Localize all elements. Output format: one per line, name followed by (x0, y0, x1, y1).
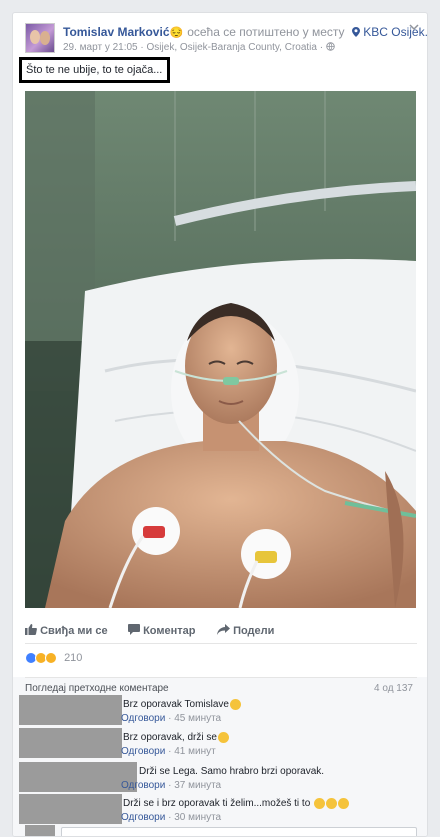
comment-text: Drži se Lega. Samo hrabro brzi oporavak. (139, 766, 325, 777)
comment-text: Brz oporavak Tomislave (123, 699, 229, 711)
meta-dot: · (168, 713, 172, 724)
comment-meta: Одговори · 45 минута (121, 713, 221, 724)
author-name[interactable]: Tomislav Marković (63, 25, 170, 39)
comment-item: Drži se i brz oporavak ti želim...možeš … (13, 794, 427, 828)
commenter-avatar[interactable] (19, 794, 122, 824)
view-previous-comments-link[interactable]: Погледај претходне коментаре (25, 683, 169, 694)
divider (25, 677, 417, 678)
meta-dot: · (140, 42, 144, 53)
reaction-count: 210 (64, 652, 83, 665)
post-date[interactable]: 29. март у 21:05 (63, 42, 138, 53)
commenter-avatar[interactable] (19, 762, 137, 792)
comment-body: Drži se i brz oporavak ti želim...možeš … (123, 798, 350, 810)
comment-body: Brz oporavak Tomislave (123, 699, 241, 710)
comment-body: Brz oporavak, drži se (123, 732, 229, 743)
post-header: Tomislav Marković😔 осећа се потиштено у м… (13, 13, 427, 57)
meta-dot: · (168, 746, 172, 757)
comment-time[interactable]: 30 минута (174, 812, 221, 823)
meta-dot: · (168, 812, 172, 823)
comment-label: Коментар (143, 625, 196, 637)
comment-item: Brz oporavak, drži se Одговори · 41 мину… (13, 728, 427, 762)
post-options-chevron-icon[interactable] (409, 23, 419, 34)
post-card: Tomislav Marković😔 осећа се потиштено у м… (12, 12, 428, 837)
comment-meta: Одговори · 41 минут (121, 746, 216, 757)
comment-item: Brz oporavak Tomislave Одговори · 45 мин… (13, 695, 427, 729)
meta-dot: · (168, 780, 172, 791)
commenter-avatar[interactable] (19, 728, 122, 758)
post-actions-bar: Свиђа ми се Коментар Подели (13, 618, 427, 644)
smile-emoji-icon (229, 699, 241, 710)
comment-button[interactable]: Коментар (128, 624, 195, 637)
reply-link[interactable]: Одговори (121, 812, 165, 823)
author-avatar[interactable] (25, 23, 55, 53)
like-label: Свиђа ми се (40, 625, 108, 637)
post-meta-line: 29. март у 21:05 · Osijek, Osijek-Baranj… (63, 42, 335, 53)
reply-link[interactable]: Одговори (121, 713, 165, 724)
globe-icon[interactable] (326, 42, 335, 53)
smile-emoji-icon (217, 732, 229, 743)
feeling-text: осећа се потиштено у месту (187, 25, 345, 39)
reply-link[interactable]: Одговори (121, 746, 165, 757)
reactions-summary[interactable]: 210 (25, 652, 83, 665)
post-title-line: Tomislav Marković😔 осећа се потиштено у м… (63, 25, 427, 39)
commenter-avatar[interactable] (19, 695, 122, 725)
comment-text: Brz oporavak, drži se (123, 732, 217, 744)
share-label: Подели (233, 625, 275, 637)
comment-icon (128, 624, 140, 635)
post-location[interactable]: Osijek, Osijek-Baranja County, Croatia (147, 42, 317, 53)
comment-input[interactable] (61, 827, 417, 836)
post-photo[interactable] (25, 91, 416, 608)
comments-count: 4 од 137 (374, 683, 413, 694)
wink-emoji-icon (326, 798, 338, 809)
comment-composer (13, 825, 427, 836)
comment-meta: Одговори · 30 минута (121, 812, 221, 823)
post-caption: Što te ne ubije, to te ojača... (19, 57, 170, 83)
comment-time[interactable]: 41 минут (174, 746, 215, 757)
location-pin-icon (349, 25, 364, 39)
like-button[interactable]: Свиђа ми се (25, 624, 108, 637)
comment-meta: Одговори · 37 минута (121, 780, 221, 791)
comment-item: Drži se Lega. Samo hrabro brzi oporavak.… (13, 762, 427, 796)
comment-time[interactable]: 37 минута (174, 780, 221, 791)
wink-emoji-icon (314, 798, 326, 809)
thumbs-up-icon (25, 624, 37, 635)
divider (25, 643, 417, 644)
hospital-selfie-image (25, 91, 416, 608)
wow-reaction-icon (45, 652, 57, 665)
current-user-avatar (25, 825, 55, 836)
feeling-emoji: 😔 (169, 27, 184, 39)
reply-link[interactable]: Одговори (121, 780, 165, 791)
comment-text: Drži se i brz oporavak ti želim...možeš … (123, 798, 311, 810)
comment-body: Drži se Lega. Samo hrabro brzi oporavak. (139, 766, 324, 777)
share-icon (217, 624, 230, 635)
wink-emoji-icon (338, 798, 350, 809)
share-button[interactable]: Подели (217, 624, 274, 637)
comment-time[interactable]: 45 минута (174, 713, 221, 724)
meta-dot: · (319, 42, 324, 53)
